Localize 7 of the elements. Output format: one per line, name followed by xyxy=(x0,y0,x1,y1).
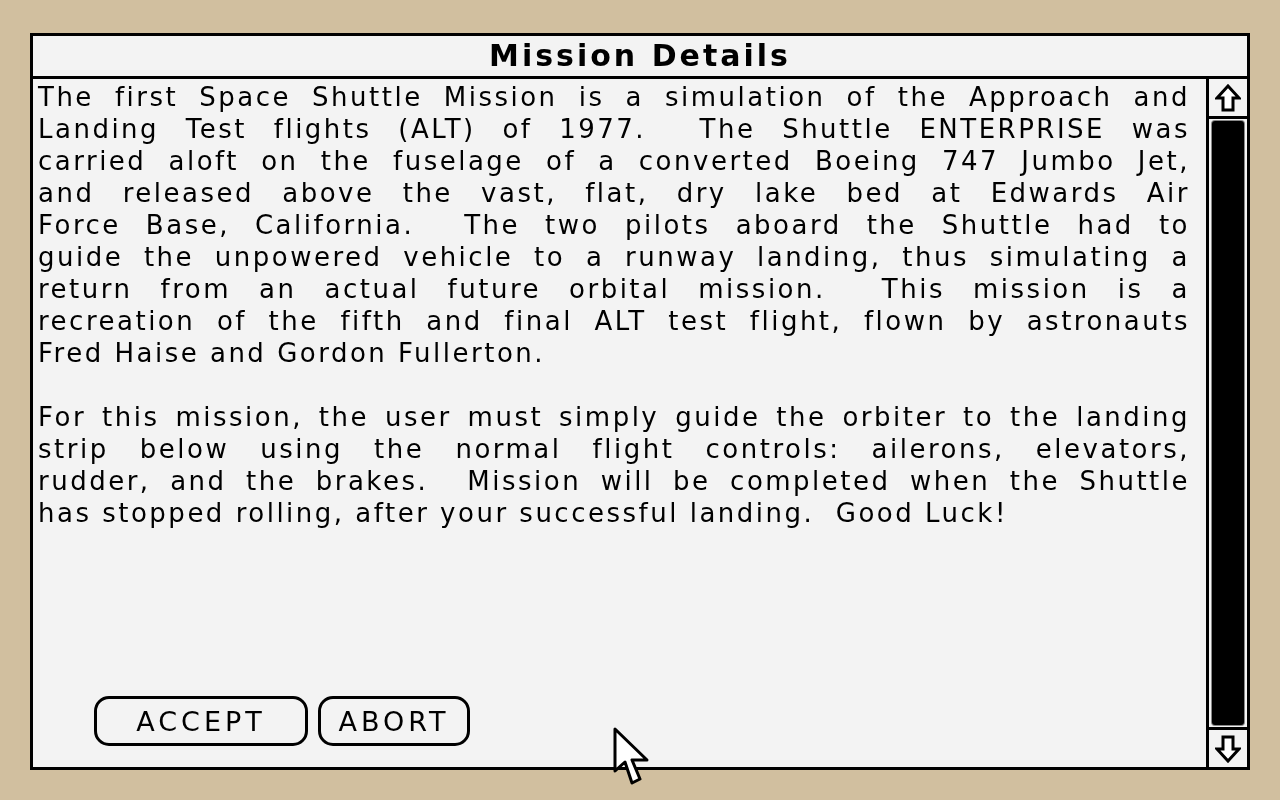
accept-button[interactable]: ACCEPT xyxy=(94,696,308,746)
abort-button[interactable]: ABORT xyxy=(318,696,470,746)
description-paragraph: The first Space Shuttle Mission is a simulation of the Approach and Landing Test flights (ALT) of 1977. The Shuttle ENTERPRISE was carried aloft on the fuselage of a converted Boeing 747 Jumbo Jet, and released above the vast, flat, dry lake bed at Edwards Air Force Base, California. The two pilots aboard the Shuttle had to guide the unpowered vehicle to a runway landing, thus simulating a return from an actual future orbital mission. This mission is a recreation of the fifth and final ALT test flight, flown by astronauts Fred Haise and Gordon Fullerton. xyxy=(38,81,1190,369)
window-title: Mission Details xyxy=(489,38,791,74)
up-arrow-icon xyxy=(1215,83,1241,112)
down-arrow-icon xyxy=(1215,734,1241,763)
description-paragraph: For this mission, the user must simply guide the orbiter to the landing strip below using the normal flight controls: ailerons, elevators, rudder, and the brakes. Mission will be completed when the Shuttle has stopped rolling, after your successful landing. Good Luck! xyxy=(38,401,1190,529)
